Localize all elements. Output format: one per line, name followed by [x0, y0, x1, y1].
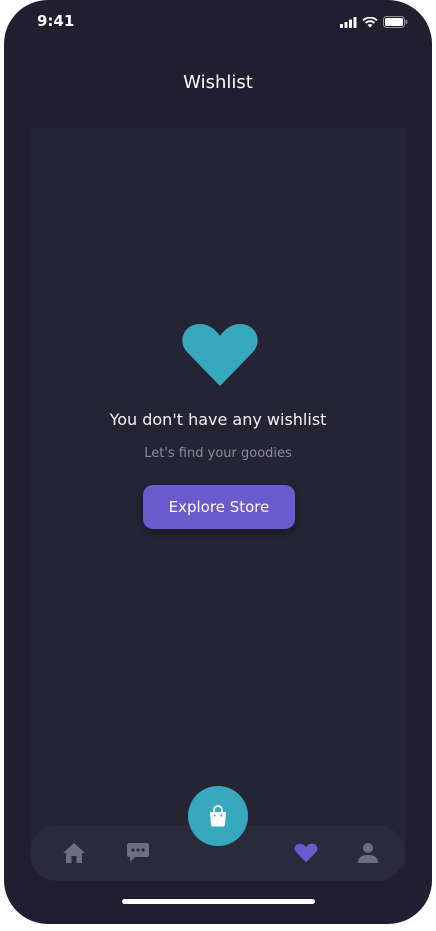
wifi-icon: [362, 16, 378, 27]
tab-home[interactable]: [60, 839, 88, 867]
page-title: Wishlist: [183, 72, 253, 93]
phone-screen: 9:41 Wishlist You don't have any wishlis…: [4, 0, 432, 924]
status-icons: [340, 15, 408, 29]
signal-icon: [340, 16, 357, 28]
tab-wishlist[interactable]: [292, 839, 320, 867]
shop-fab-button[interactable]: [188, 786, 248, 846]
tab-chat[interactable]: [124, 839, 152, 867]
explore-store-button[interactable]: Explore Store: [143, 485, 295, 529]
chat-icon: [127, 843, 149, 862]
profile-icon: [358, 843, 378, 863]
status-bar: 9:41: [4, 0, 432, 44]
home-icon: [63, 843, 85, 863]
battery-icon: [383, 16, 408, 28]
home-indicator: [122, 899, 315, 904]
heart-icon: [294, 843, 318, 863]
shopping-bag-icon: [210, 805, 226, 827]
empty-state-title: You don't have any wishlist: [109, 410, 327, 429]
heart-icon: [182, 324, 258, 386]
status-time: 9:41: [37, 12, 75, 30]
tab-profile[interactable]: [354, 839, 382, 867]
empty-state-subtitle: Let's find your goodies: [144, 446, 292, 461]
